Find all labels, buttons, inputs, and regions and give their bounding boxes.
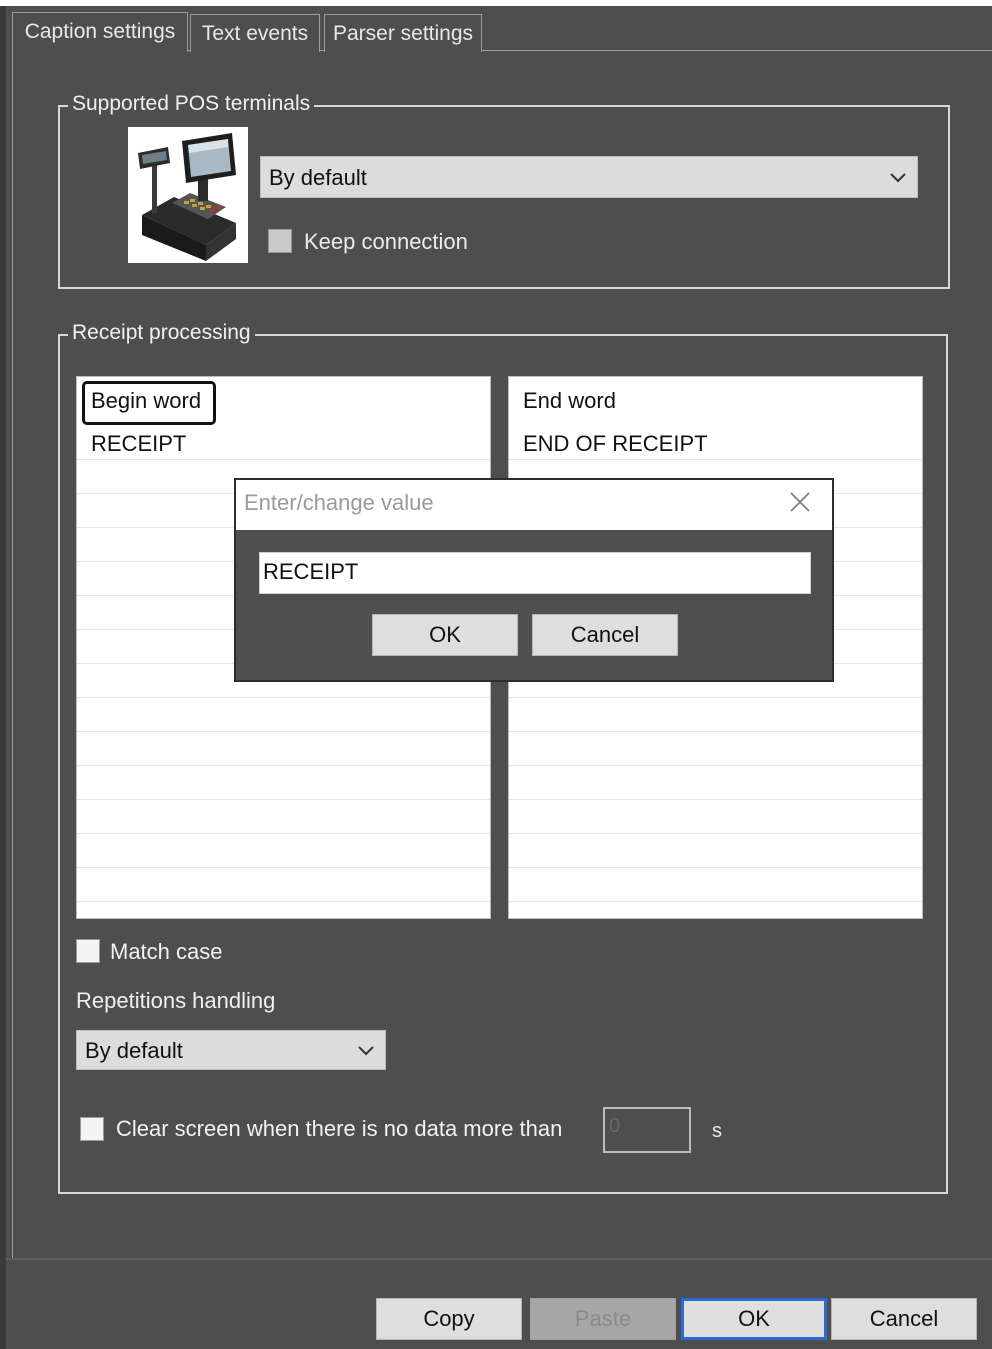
clear-screen-seconds-value: 0 bbox=[609, 1115, 621, 1137]
window-top-strip bbox=[0, 0, 992, 6]
list-row-divider bbox=[77, 833, 490, 834]
list-row-divider bbox=[77, 731, 490, 732]
chevron-down-icon bbox=[887, 157, 909, 197]
seconds-unit-label: s bbox=[712, 1120, 722, 1142]
tab-caption-settings[interactable]: Caption settings bbox=[12, 12, 188, 52]
clear-screen-label: Clear screen when there is no data more … bbox=[116, 1116, 563, 1141]
pos-terminals-group-title: Supported POS terminals bbox=[68, 92, 315, 116]
list-row-divider bbox=[509, 867, 922, 868]
repetitions-handling-value: By default bbox=[85, 1038, 183, 1063]
list-item[interactable]: END OF RECEIPT bbox=[523, 431, 708, 457]
pos-terminal-combo[interactable]: By default bbox=[260, 156, 918, 198]
list-row-divider bbox=[509, 459, 922, 460]
match-case-label: Match case bbox=[110, 939, 223, 964]
active-tab-gap bbox=[13, 49, 187, 52]
close-icon[interactable] bbox=[788, 490, 812, 514]
ok-button[interactable]: OK bbox=[681, 1298, 827, 1340]
keep-connection-checkbox[interactable] bbox=[268, 229, 292, 253]
dialog-cancel-button[interactable]: Cancel bbox=[532, 614, 678, 656]
footer-divider bbox=[6, 1258, 992, 1260]
chevron-down-icon bbox=[355, 1031, 377, 1069]
dialog-title: Enter/change value bbox=[244, 490, 434, 515]
pos-terminal-image bbox=[128, 127, 248, 263]
list-row-divider bbox=[509, 901, 922, 902]
list-item[interactable]: RECEIPT bbox=[91, 431, 186, 457]
match-case-checkbox[interactable] bbox=[76, 939, 100, 963]
list-row-divider bbox=[77, 799, 490, 800]
list-row-divider bbox=[77, 867, 490, 868]
list-row-divider bbox=[77, 765, 490, 766]
dialog-value-input[interactable]: RECEIPT bbox=[259, 552, 811, 594]
repetitions-handling-combo[interactable]: By default bbox=[76, 1030, 386, 1070]
receipt-processing-group-title: Receipt processing bbox=[68, 321, 255, 345]
list-row-divider bbox=[509, 731, 922, 732]
tab-text-events[interactable]: Text events bbox=[190, 14, 320, 52]
dialog-ok-button[interactable]: OK bbox=[372, 614, 518, 656]
begin-word-highlight bbox=[82, 381, 216, 425]
tab-parser-settings[interactable]: Parser settings bbox=[324, 14, 482, 52]
end-word-header[interactable]: End word bbox=[523, 388, 616, 414]
list-row-divider bbox=[77, 459, 490, 460]
repetitions-handling-label: Repetitions handling bbox=[76, 988, 276, 1013]
window-left-edge bbox=[0, 0, 6, 1349]
clear-screen-checkbox[interactable] bbox=[80, 1117, 104, 1141]
pos-terminal-combo-value: By default bbox=[269, 165, 367, 190]
list-row-divider bbox=[509, 697, 922, 698]
list-row-divider bbox=[77, 697, 490, 698]
list-row-divider bbox=[77, 901, 490, 902]
list-row-divider bbox=[509, 765, 922, 766]
paste-button[interactable]: Paste bbox=[530, 1298, 676, 1340]
list-row-divider bbox=[509, 799, 922, 800]
cancel-button[interactable]: Cancel bbox=[831, 1298, 977, 1340]
pos-terminal-icon bbox=[138, 133, 236, 261]
copy-button[interactable]: Copy bbox=[376, 1298, 522, 1340]
list-row-divider bbox=[509, 833, 922, 834]
keep-connection-label: Keep connection bbox=[304, 229, 468, 254]
